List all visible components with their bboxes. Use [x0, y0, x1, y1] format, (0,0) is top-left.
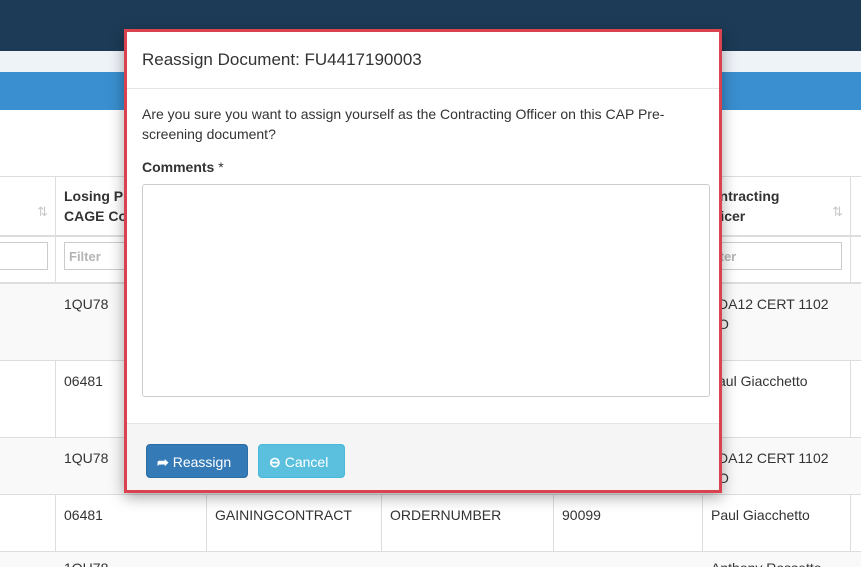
reassign-button[interactable]: ➦ Reassign [146, 444, 248, 478]
comments-label: Comments * [142, 159, 224, 175]
reassign-dialog: Reassign Document: FU4417190003 Are you … [124, 29, 722, 493]
modal-body: Are you sure you want to assign yourself… [142, 104, 710, 397]
modal-footer: ➦ Reassign ⊖ Cancel [127, 423, 719, 490]
modal-title: Reassign Document: FU4417190003 [142, 50, 422, 69]
cancel-label: Cancel [284, 454, 329, 470]
share-arrow-icon: ➦ [157, 454, 169, 470]
minus-circle-icon: ⊖ [269, 454, 281, 470]
cancel-button[interactable]: ⊖ Cancel [258, 444, 345, 478]
comments-label-text: Comments [142, 159, 215, 175]
comments-textarea[interactable] [142, 184, 710, 397]
confirmation-message: Are you sure you want to assign yourself… [142, 106, 665, 142]
reassign-label: Reassign [172, 454, 232, 470]
modal-header: Reassign Document: FU4417190003 [127, 32, 719, 89]
required-marker: * [218, 159, 224, 175]
